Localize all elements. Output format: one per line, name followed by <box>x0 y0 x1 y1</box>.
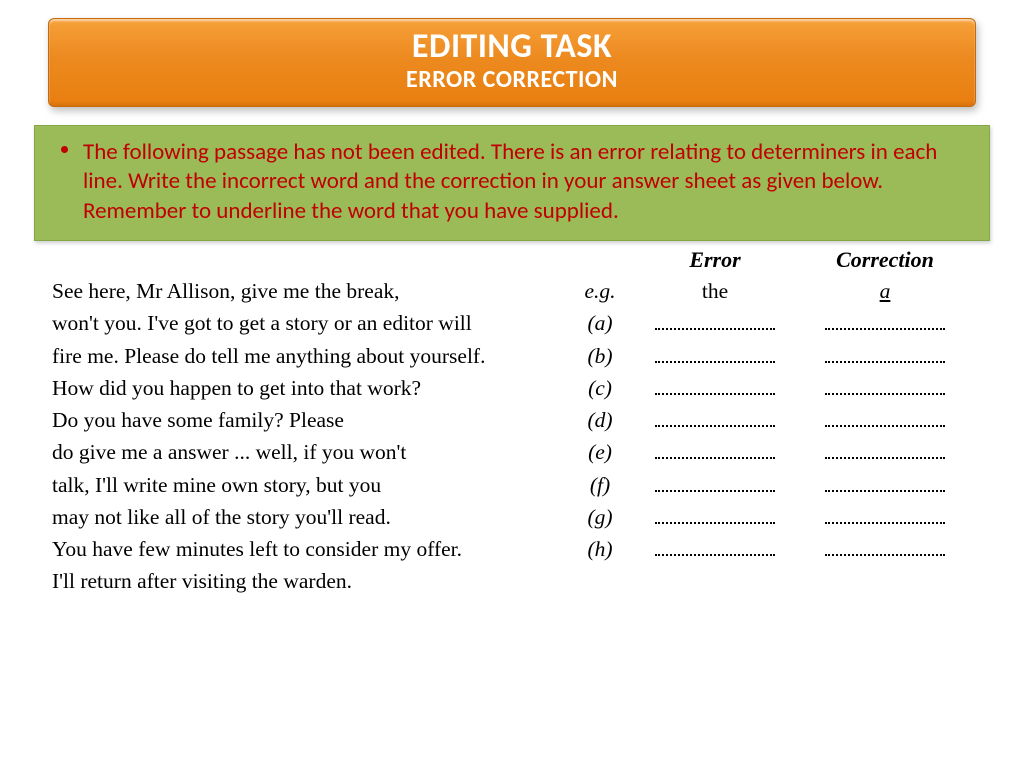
blank-line <box>825 447 945 459</box>
title-sub: ERROR CORRECTION <box>49 65 975 94</box>
passage-line: See here, Mr Allison, give me the break, <box>52 275 570 307</box>
passage-line: do give me a answer ... well, if you won… <box>52 436 570 468</box>
worksheet-row: You have few minutes left to consider my… <box>52 533 970 565</box>
row-label: (d) <box>570 404 630 436</box>
worksheet-row: won't you. I've got to get a story or an… <box>52 307 970 339</box>
correction-cell <box>800 501 970 533</box>
correction-cell <box>800 436 970 468</box>
row-label: (h) <box>570 533 630 565</box>
blank-line <box>825 544 945 556</box>
row-label: e.g. <box>570 275 630 307</box>
row-label: (a) <box>570 307 630 339</box>
col-correction: Correction <box>800 247 970 273</box>
passage-line: won't you. I've got to get a story or an… <box>52 307 570 339</box>
correction-cell <box>800 533 970 565</box>
blank-line <box>655 480 775 492</box>
passage-line: may not like all of the story you'll rea… <box>52 501 570 533</box>
correction-cell: a <box>800 275 970 307</box>
correction-cell <box>800 372 970 404</box>
title-main: EDITING TASK <box>49 29 975 65</box>
instruction-box: The following passage has not been edite… <box>34 125 990 241</box>
row-label: (f) <box>570 469 630 501</box>
blank-line <box>655 383 775 395</box>
error-cell <box>630 404 800 436</box>
blank-line <box>655 544 775 556</box>
blank-line <box>825 512 945 524</box>
instruction-text: The following passage has not been edite… <box>83 138 969 226</box>
row-label: (g) <box>570 501 630 533</box>
worksheet-row: may not like all of the story you'll rea… <box>52 501 970 533</box>
blank-line <box>655 447 775 459</box>
example-correction: a <box>880 279 891 303</box>
worksheet-row: fire me. Please do tell me anything abou… <box>52 340 970 372</box>
error-cell <box>630 533 800 565</box>
blank-line <box>825 480 945 492</box>
row-label: (c) <box>570 372 630 404</box>
blank-line <box>655 318 775 330</box>
error-cell: the <box>630 275 800 307</box>
worksheet-row: How did you happen to get into that work… <box>52 372 970 404</box>
blank-line <box>825 383 945 395</box>
worksheet-row: I'll return after visiting the warden. <box>52 565 970 597</box>
correction-cell <box>800 340 970 372</box>
row-label: (e) <box>570 436 630 468</box>
error-cell <box>630 469 800 501</box>
correction-cell <box>800 404 970 436</box>
blank-line <box>825 415 945 427</box>
title-bar: EDITING TASK ERROR CORRECTION <box>48 18 976 107</box>
blank-line <box>655 415 775 427</box>
passage-line: I'll return after visiting the warden. <box>52 565 570 597</box>
row-label: (b) <box>570 340 630 372</box>
worksheet: Error Correction See here, Mr Allison, g… <box>36 241 988 608</box>
slide: EDITING TASK ERROR CORRECTION The follow… <box>0 0 1024 768</box>
blank-line <box>825 318 945 330</box>
error-cell <box>630 340 800 372</box>
blank-line <box>825 351 945 363</box>
error-cell <box>630 372 800 404</box>
worksheet-body: See here, Mr Allison, give me the break,… <box>52 275 970 598</box>
passage-line: talk, I'll write mine own story, but you <box>52 469 570 501</box>
worksheet-row: See here, Mr Allison, give me the break,… <box>52 275 970 307</box>
error-cell <box>630 307 800 339</box>
worksheet-row: Do you have some family? Please(d) <box>52 404 970 436</box>
correction-cell <box>800 469 970 501</box>
worksheet-row: talk, I'll write mine own story, but you… <box>52 469 970 501</box>
passage-line: Do you have some family? Please <box>52 404 570 436</box>
worksheet-header: Error Correction <box>52 247 970 273</box>
correction-cell <box>800 307 970 339</box>
col-error: Error <box>630 247 800 273</box>
blank-line <box>655 351 775 363</box>
passage-line: How did you happen to get into that work… <box>52 372 570 404</box>
error-cell <box>630 501 800 533</box>
passage-line: fire me. Please do tell me anything abou… <box>52 340 570 372</box>
blank-line <box>655 512 775 524</box>
passage-line: You have few minutes left to consider my… <box>52 533 570 565</box>
worksheet-row: do give me a answer ... well, if you won… <box>52 436 970 468</box>
bullet-icon <box>61 146 68 153</box>
error-cell <box>630 436 800 468</box>
